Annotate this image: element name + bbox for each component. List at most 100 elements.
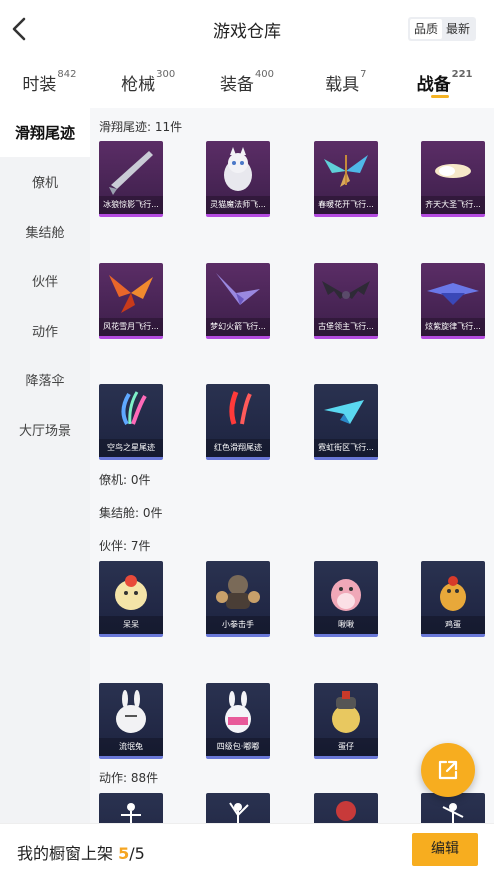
showcase-count: 我的橱窗上架 5/5 [17, 840, 145, 864]
item-card[interactable]: 齐天大圣飞行... [421, 141, 485, 217]
section-label-capsule: 集结舱: 0件 [99, 506, 163, 520]
dance-icon [121, 803, 141, 823]
rabbit-icon [116, 690, 146, 733]
red-trail-icon [229, 391, 252, 425]
tab-vehicles[interactable]: 载具7 [296, 62, 395, 104]
item-card[interactable] [421, 793, 485, 823]
item-name: 红色滑翔尾迹 [206, 439, 270, 457]
sort-option-quality[interactable]: 品质 [409, 19, 442, 39]
item-card[interactable]: 小拳击手 [206, 561, 270, 637]
share-button[interactable] [421, 743, 475, 797]
section-label-glide: 滑翔尾迹: 11件 [99, 120, 183, 134]
item-name: 春暖花开飞行... [314, 196, 378, 214]
item-card[interactable]: 古堡领主飞行... [314, 263, 378, 339]
sidebar-item-lobby-scene[interactable]: 大厅场景 [0, 405, 90, 455]
pose-icon [229, 802, 249, 823]
item-card[interactable]: 春暖花开飞行... [314, 141, 378, 217]
item-card[interactable]: 灵猫魔法师飞... [206, 141, 270, 217]
sort-option-newest[interactable]: 最新 [442, 19, 474, 39]
sidebar-item-glide-trail[interactable]: 滑翔尾迹 [0, 108, 90, 157]
trail-icon [121, 391, 147, 426]
rooster-icon [440, 576, 466, 611]
tab-guns[interactable]: 枪械300 [99, 62, 198, 104]
showcase-bar: 我的橱窗上架 5/5 编辑 [0, 823, 494, 875]
item-name: 灵猫魔法师飞... [206, 196, 270, 214]
sort-toggle[interactable]: 品质 最新 [407, 17, 476, 41]
tab-count: 7 [360, 69, 367, 80]
item-name: 小拳击手 [206, 616, 270, 634]
item-card[interactable]: 蛋仔 [314, 683, 378, 759]
item-name: 梦幻火箭飞行... [206, 318, 270, 336]
emote-icon [336, 801, 356, 821]
sidebar-item-parachute[interactable]: 降落伞 [0, 355, 90, 405]
top-bar: 游戏仓库 品质 最新 [0, 0, 494, 58]
phoenix-glider-icon [109, 275, 153, 313]
item-card[interactable]: 空鸟之星尾迹 [99, 384, 163, 460]
showcase-current: 5 [118, 844, 130, 863]
gesture-icon [442, 803, 464, 823]
tab-underline [430, 95, 449, 98]
tab-label: 装备 [219, 75, 254, 95]
violet-glider-icon [427, 283, 479, 305]
tab-equipment[interactable]: 装备400 [198, 62, 297, 104]
item-card[interactable] [206, 793, 270, 823]
sidebar: 滑翔尾迹 僚机 集结舱 伙伴 动作 降落伞 大厅场景 [0, 108, 90, 823]
item-name: 齐天大圣飞行... [421, 196, 485, 214]
item-name: 霓虹街区飞行... [314, 439, 378, 457]
section-label-partner: 伙伴: 7件 [99, 539, 151, 553]
sidebar-item-wingman[interactable]: 僚机 [0, 157, 90, 207]
item-name: 古堡领主飞行... [314, 318, 378, 336]
item-name: 炫紫旋律飞行... [421, 318, 485, 336]
item-name: 风花雪月飞行... [99, 318, 163, 336]
item-card[interactable]: 冰狼惊影飞行... [99, 141, 163, 217]
bunny-mech-icon [225, 691, 251, 733]
item-name: 鸡蛋 [421, 616, 485, 634]
neon-glider-icon [324, 400, 364, 424]
section-label-wingman: 僚机: 0件 [99, 473, 151, 487]
pink-bird-icon [331, 579, 361, 611]
item-card[interactable]: 啾啾 [314, 561, 378, 637]
item-name: 啾啾 [314, 616, 378, 634]
tab-combat-prep[interactable]: 战备221 [395, 62, 494, 104]
tab-count: 842 [57, 69, 77, 80]
item-name: 冰狼惊影飞行... [99, 196, 163, 214]
item-card[interactable]: 四级包·嘟嘟 [206, 683, 270, 759]
item-card[interactable]: 红色滑翔尾迹 [206, 384, 270, 460]
sidebar-item-partner[interactable]: 伙伴 [0, 256, 90, 306]
item-name: 流氓兔 [99, 738, 163, 756]
bat-glider-icon [322, 281, 370, 299]
item-card[interactable]: 呆呆 [99, 561, 163, 637]
cat-glider-icon [224, 147, 252, 191]
section-label-action: 动作: 88件 [99, 771, 159, 785]
tab-count: 221 [451, 69, 473, 80]
item-card[interactable]: 炫紫旋律飞行... [421, 263, 485, 339]
category-tabs: 时装842 枪械300 装备400 载具7 战备221 [0, 62, 494, 104]
item-card[interactable]: 霓虹街区飞行... [314, 384, 378, 460]
tab-label: 战备 [416, 75, 451, 95]
edit-button[interactable]: 编辑 [412, 833, 478, 866]
sidebar-item-action[interactable]: 动作 [0, 306, 90, 356]
tab-fashion[interactable]: 时装842 [0, 62, 99, 104]
item-grid[interactable]: 滑翔尾迹: 11件 冰狼惊影飞行... 灵猫魔法师飞... 春暖花开飞行... … [90, 108, 494, 823]
tab-label: 枪械 [121, 75, 156, 95]
butterfly-glider-icon [324, 155, 368, 187]
item-name: 蛋仔 [314, 738, 378, 756]
tab-count: 300 [156, 69, 176, 80]
duck-knight-icon [332, 691, 360, 733]
item-card[interactable]: 鸡蛋 [421, 561, 485, 637]
item-name: 空鸟之星尾迹 [99, 439, 163, 457]
tab-label: 时装 [22, 75, 57, 95]
item-card[interactable]: 风花雪月飞行... [99, 263, 163, 339]
item-card[interactable]: 梦幻火箭飞行... [206, 263, 270, 339]
rocket-glider-icon [216, 273, 260, 305]
item-card[interactable] [99, 793, 163, 823]
boxer-icon [216, 575, 260, 609]
cloud-glider-icon [435, 164, 471, 178]
showcase-total: 5 [134, 844, 145, 863]
sidebar-item-capsule[interactable]: 集结舱 [0, 207, 90, 257]
glider-icon [109, 151, 153, 195]
item-card[interactable] [314, 793, 378, 823]
item-name: 呆呆 [99, 616, 163, 634]
tab-count: 400 [254, 69, 275, 80]
item-card[interactable]: 流氓兔 [99, 683, 163, 759]
